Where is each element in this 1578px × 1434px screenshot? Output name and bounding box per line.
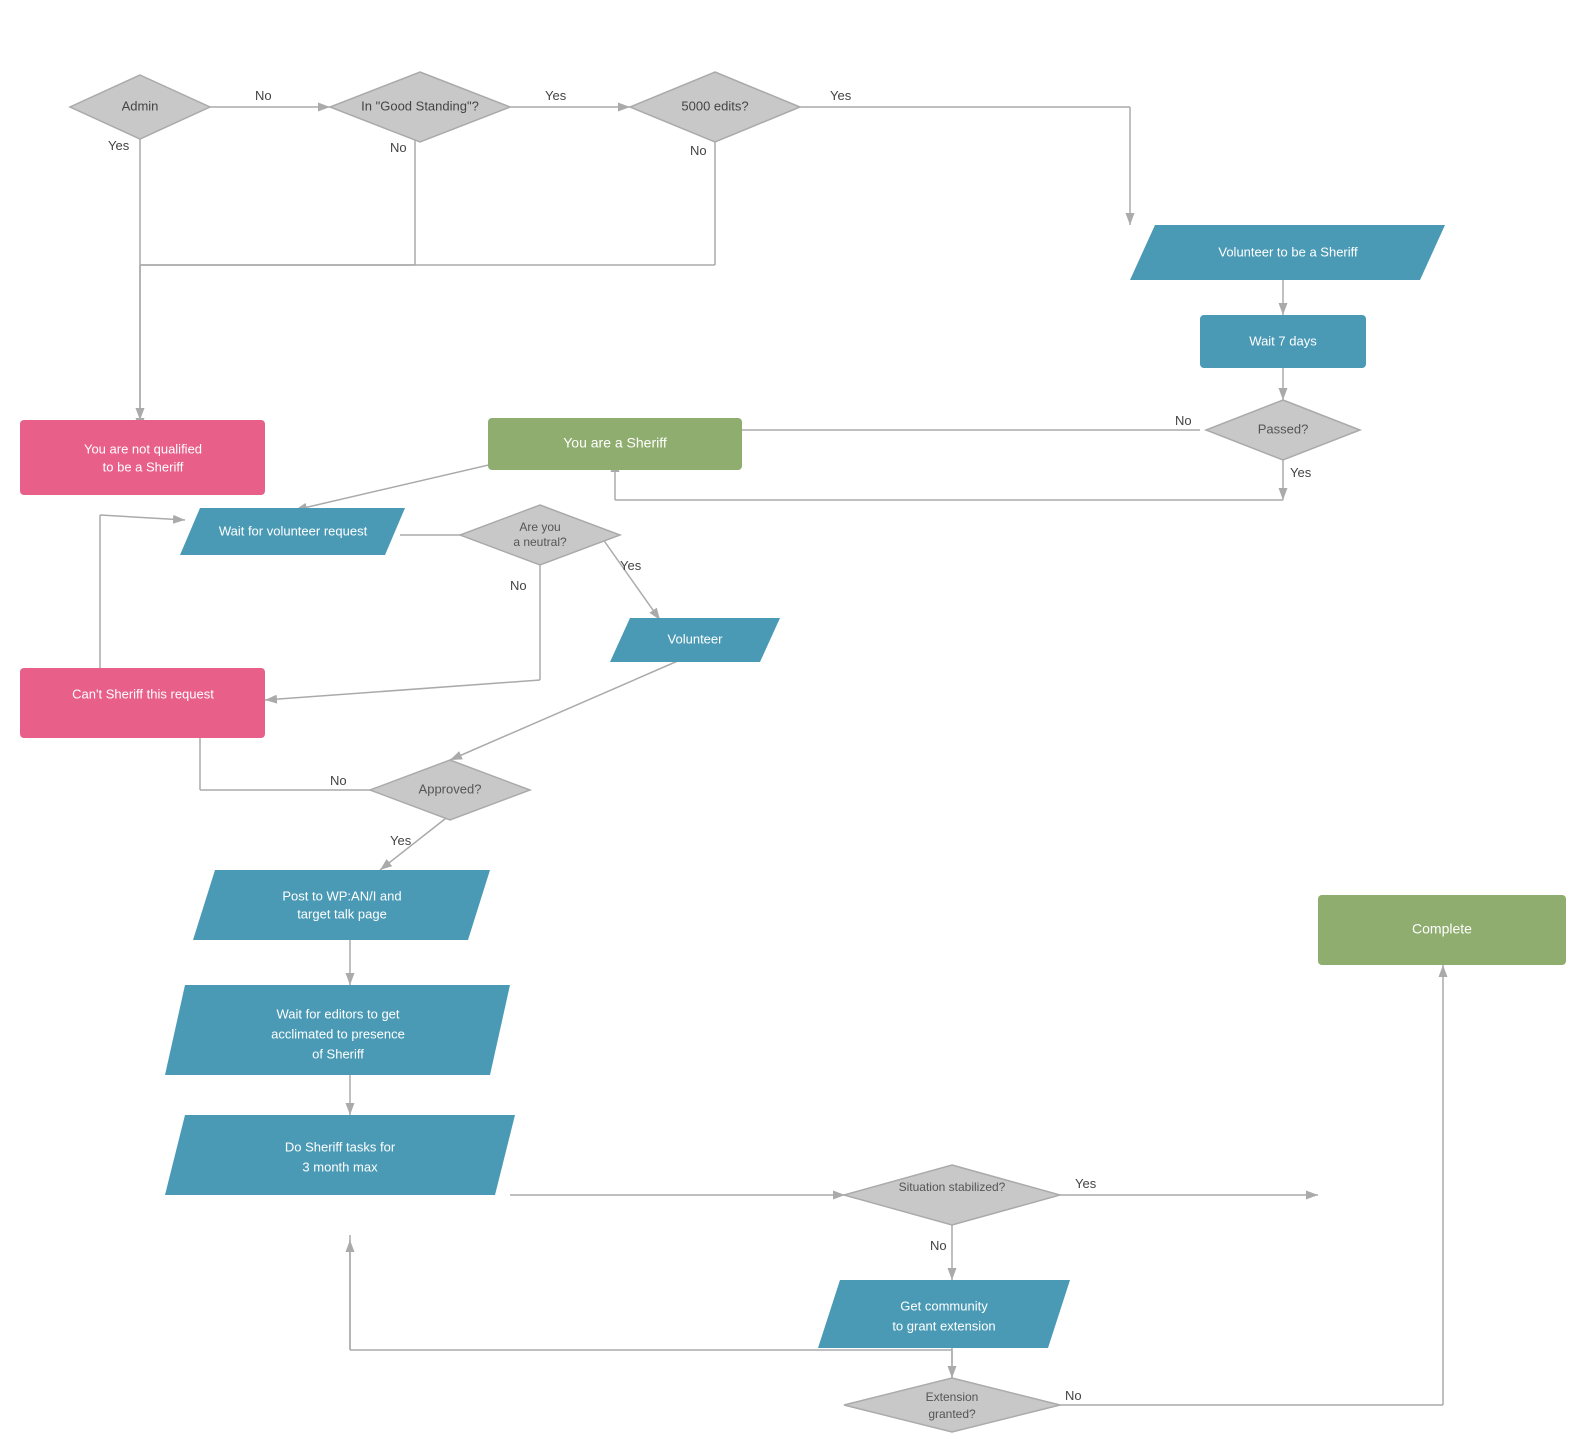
- situation-label1: Situation stabilized?: [899, 1180, 1006, 1194]
- goodstanding-label: In "Good Standing"?: [361, 98, 479, 113]
- waiteditors-label2: acclimated to presence: [271, 1026, 405, 1041]
- label-situation-no: No: [930, 1238, 947, 1253]
- not-qualified-label: You are not qualified: [84, 441, 202, 456]
- label-extension-no: No: [1065, 1388, 1082, 1403]
- postwpani-shape[interactable]: [193, 870, 490, 940]
- edits-label: 5000 edits?: [681, 98, 748, 113]
- label-passed-no: No: [1175, 413, 1192, 428]
- label-approved-yes: Yes: [390, 833, 412, 848]
- wait7days-label: Wait 7 days: [1249, 333, 1317, 348]
- label-goodstanding-yes: Yes: [545, 88, 567, 103]
- volunteer-sheriff-label: Volunteer to be a Sheriff: [1218, 244, 1358, 259]
- not-qualified-rect: [20, 420, 265, 495]
- label-goodstanding-no: No: [390, 140, 407, 155]
- sherifftasks-label2: 3 month max: [302, 1159, 378, 1174]
- postwpani-label1: Post to WP:AN/I and: [282, 888, 401, 903]
- label-neutral-no: No: [510, 578, 527, 593]
- getcommunity-shape[interactable]: [818, 1280, 1070, 1348]
- waitvolunteer-label: Wait for volunteer request: [219, 523, 368, 538]
- arrow-volunteer-approved: [450, 660, 680, 760]
- label-neutral-yes: Yes: [620, 558, 642, 573]
- label-approved-no: No: [330, 773, 347, 788]
- label-5000-yes: Yes: [830, 88, 852, 103]
- arrow-neutral-yes-volunteer: [600, 535, 660, 620]
- situation-diamond: [844, 1165, 1060, 1225]
- arrow-neutral-no-cantsheriff: [265, 680, 540, 700]
- neutral-label2: a neutral?: [513, 535, 567, 549]
- youaresheriff-label: You are a Sheriff: [563, 435, 667, 451]
- cantsheriff-label: Can't Sheriff this request: [72, 686, 214, 701]
- label-admin-no: No: [255, 88, 272, 103]
- admin-label: Admin: [122, 98, 159, 113]
- label-situation-yes: Yes: [1075, 1176, 1097, 1191]
- complete-label: Complete: [1412, 921, 1472, 937]
- label-admin-yes: Yes: [108, 138, 130, 153]
- passed-label: Passed?: [1258, 421, 1309, 436]
- getcommunity-label1: Get community: [900, 1298, 988, 1313]
- arrow-cantsheriff-waitvol: [100, 515, 185, 520]
- waiteditors-label3: of Sheriff: [312, 1046, 364, 1061]
- postwpani-label2: target talk page: [297, 906, 387, 921]
- neutral-label1: Are you: [519, 520, 560, 534]
- extension-diamond: [844, 1378, 1060, 1432]
- volunteer-label: Volunteer: [668, 631, 724, 646]
- extension-label1: Extension: [926, 1390, 979, 1404]
- label-passed-yes: Yes: [1290, 465, 1312, 480]
- sherifftasks-shape[interactable]: [165, 1115, 515, 1195]
- waiteditors-label1: Wait for editors to get: [276, 1006, 399, 1021]
- arrow-sheriff-waitvol: [295, 460, 510, 510]
- not-qualified-label2: to be a Sheriff: [103, 459, 184, 474]
- sherifftasks-label1: Do Sheriff tasks for: [285, 1139, 396, 1154]
- label-5000-no: No: [690, 143, 707, 158]
- getcommunity-label2: to grant extension: [892, 1318, 995, 1333]
- extension-label2: granted?: [928, 1407, 976, 1421]
- cantsheriff-rect: [20, 668, 265, 738]
- approved-label: Approved?: [419, 781, 482, 796]
